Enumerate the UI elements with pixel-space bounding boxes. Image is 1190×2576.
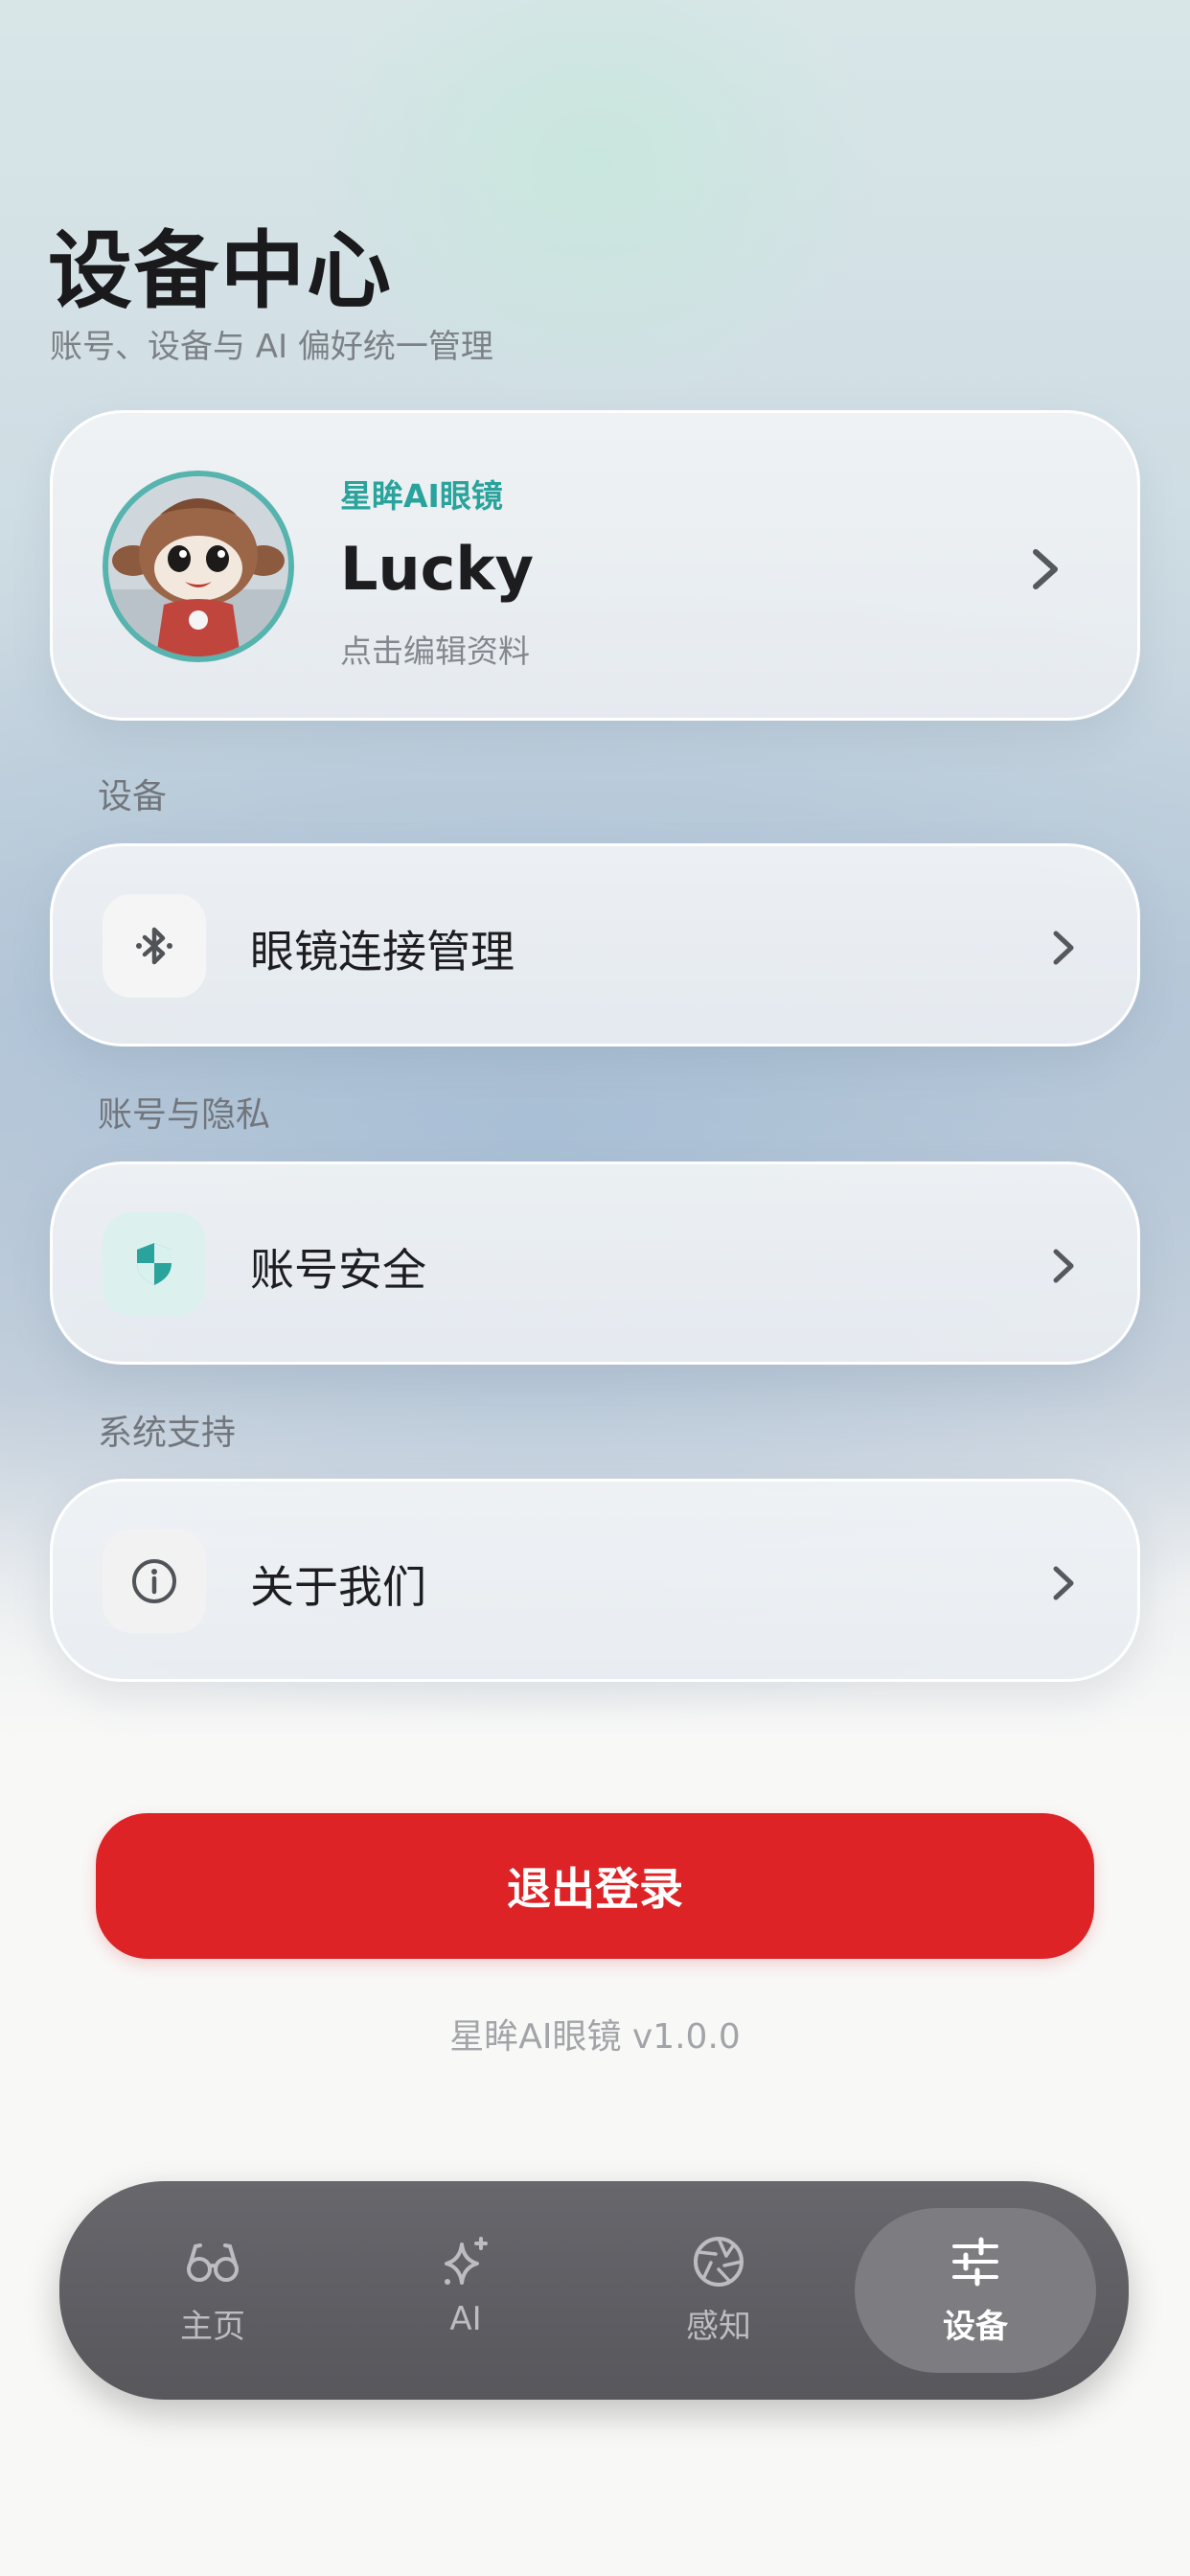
section-label-account: 账号与隐私	[98, 1095, 271, 1135]
tab-label: 设备	[943, 2308, 1008, 2346]
aperture-icon	[694, 2237, 744, 2287]
avatar	[103, 471, 294, 662]
page-subtitle: 账号、设备与 AI 偏好统一管理	[50, 328, 493, 366]
page-title: 设备中心	[48, 221, 394, 320]
sliders-icon	[952, 2237, 998, 2287]
glasses-connection-label: 眼镜连接管理	[250, 926, 515, 978]
bottom-tab-bar: 主页 AI 感知 设备	[59, 2181, 1129, 2400]
sparkle-icon	[445, 2237, 488, 2285]
brand-label: 星眸AI眼镜	[340, 477, 503, 515]
chevron-right-icon	[1053, 1249, 1074, 1283]
tab-home[interactable]: 主页	[92, 2208, 333, 2373]
section-label-support: 系统支持	[98, 1414, 237, 1453]
tab-label: 感知	[686, 2308, 751, 2346]
profile-card[interactable]: 星眸AI眼镜 Lucky 点击编辑资料	[50, 410, 1140, 721]
bluetooth-icon	[103, 894, 206, 998]
version-label: 星眸AI眼镜 v1.0.0	[449, 2017, 741, 2057]
tab-perception[interactable]: 感知	[598, 2208, 839, 2373]
user-name: Lucky	[340, 534, 535, 604]
logout-button[interactable]: 退出登录	[96, 1813, 1094, 1959]
tab-label: AI	[449, 2300, 482, 2338]
chevron-right-icon	[1053, 931, 1074, 965]
section-label-device: 设备	[98, 777, 168, 816]
chevron-right-icon	[1033, 549, 1058, 589]
info-icon	[103, 1530, 206, 1633]
about-us-label: 关于我们	[250, 1561, 426, 1613]
account-security-label: 账号安全	[250, 1244, 426, 1296]
glasses-icon	[187, 2243, 239, 2282]
shield-icon	[103, 1212, 206, 1316]
chevron-right-icon	[1053, 1566, 1074, 1600]
account-security-item[interactable]: 账号安全	[50, 1162, 1140, 1365]
edit-profile-hint: 点击编辑资料	[340, 632, 530, 670]
about-us-item[interactable]: 关于我们	[50, 1479, 1140, 1682]
tab-label: 主页	[180, 2308, 245, 2346]
tab-ai[interactable]: AI	[345, 2208, 586, 2373]
tab-device[interactable]: 设备	[855, 2208, 1096, 2373]
glasses-connection-item[interactable]: 眼镜连接管理	[50, 843, 1140, 1046]
